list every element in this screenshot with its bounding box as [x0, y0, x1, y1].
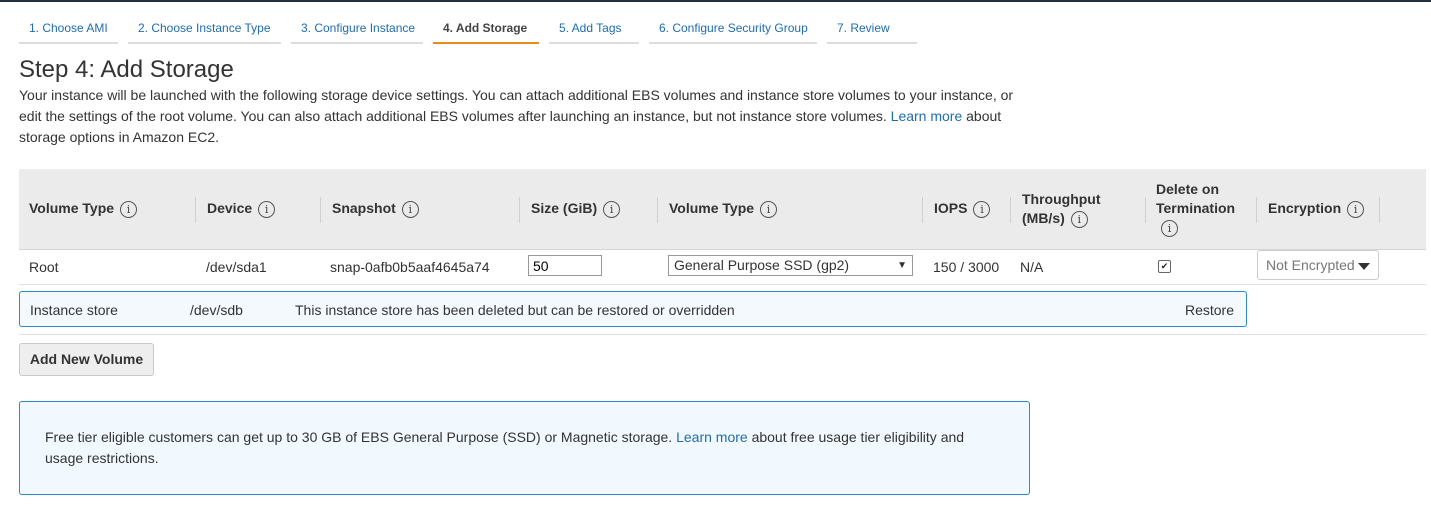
header-iops: IOPS i	[934, 200, 991, 218]
storage-table-header: Volume Type i Device i Snapshot i Size (GiB…	[19, 169, 1426, 250]
restore-link[interactable]: Restore	[1185, 302, 1234, 318]
tab-add-tags[interactable]: 5. Add Tags	[549, 16, 639, 44]
intro-text: Your instance will be launched with the …	[19, 87, 1014, 124]
add-new-volume-button[interactable]: Add New Volume	[19, 343, 154, 376]
root-volume-type: Root	[29, 259, 59, 275]
encryption-select[interactable]: Not Encrypted	[1257, 250, 1379, 280]
notice-text-block: Free tier eligible customers can get up …	[45, 427, 1005, 469]
tab-review[interactable]: 7. Review	[827, 16, 917, 44]
header-divider	[1145, 197, 1146, 223]
tab-configure-instance[interactable]: 3. Configure Instance	[291, 16, 423, 44]
header-divider	[1256, 197, 1257, 223]
root-throughput: N/A	[1020, 259, 1044, 275]
instance-store-banner: Instance store /dev/sdb This instance st…	[19, 291, 1247, 327]
intro-paragraph: Your instance will be launched with the …	[19, 85, 1029, 148]
info-icon[interactable]: i	[1161, 219, 1178, 237]
header-delete-on-termination: Delete on Termination i	[1156, 181, 1236, 237]
table-row-root: Root /dev/sda1 snap-0afb0b5aaf4645a74 Ge…	[19, 250, 1426, 285]
free-tier-notice: Free tier eligible customers can get up …	[19, 401, 1030, 495]
tab-choose-ami[interactable]: 1. Choose AMI	[19, 16, 118, 44]
tab-choose-instance-type[interactable]: 2. Choose Instance Type	[128, 16, 281, 44]
dropdown-arrow-icon: ▼	[897, 260, 907, 271]
info-icon[interactable]: i	[760, 200, 778, 218]
instance-store-device: /dev/sdb	[190, 302, 243, 318]
tab-add-storage[interactable]: 4. Add Storage	[433, 16, 539, 44]
notice-text: Free tier eligible customers can get up …	[45, 429, 673, 445]
info-icon[interactable]: i	[603, 200, 621, 218]
volume-type-select[interactable]: General Purpose SSD (gp2) ▼	[668, 255, 913, 276]
header-snapshot: Snapshot i	[332, 200, 419, 218]
header-divider	[195, 197, 196, 223]
header-volume-type: Volume Type i	[29, 200, 138, 218]
info-icon[interactable]: i	[973, 200, 991, 218]
info-icon[interactable]: i	[258, 200, 276, 218]
root-device: /dev/sda1	[206, 259, 267, 275]
header-encryption: Encryption i	[1268, 200, 1365, 218]
info-icon[interactable]: i	[120, 200, 138, 218]
header-divider	[922, 197, 923, 223]
page-title: Step 4: Add Storage	[19, 56, 234, 83]
caret-down-icon	[1358, 263, 1370, 270]
header-divider	[657, 197, 658, 223]
info-icon[interactable]: i	[1347, 200, 1365, 218]
learn-more-storage-link[interactable]: Learn more	[891, 108, 963, 124]
header-divider	[1010, 197, 1011, 223]
root-snapshot: snap-0afb0b5aaf4645a74	[330, 259, 490, 275]
table-row-instance-store: Instance store /dev/sdb This instance st…	[19, 285, 1426, 335]
header-size: Size (GiB) i	[531, 200, 621, 218]
header-ebs-volume-type: Volume Type i	[669, 200, 778, 218]
info-icon[interactable]: i	[401, 200, 419, 218]
header-throughput: Throughput (MB/s) i	[1022, 191, 1101, 228]
header-device: Device i	[207, 200, 276, 218]
info-icon[interactable]: i	[1070, 210, 1088, 228]
learn-more-free-tier-link[interactable]: Learn more	[676, 429, 748, 445]
instance-store-type: Instance store	[30, 302, 118, 318]
size-input[interactable]	[528, 255, 602, 276]
root-iops: 150 / 3000	[933, 259, 1000, 275]
header-divider	[320, 197, 321, 223]
tab-configure-security-group[interactable]: 6. Configure Security Group	[649, 16, 817, 44]
header-divider	[519, 197, 520, 223]
instance-store-message: This instance store has been deleted but…	[295, 302, 735, 318]
header-divider	[1379, 197, 1380, 223]
delete-on-termination-checkbox[interactable]: ✔	[1158, 260, 1171, 273]
